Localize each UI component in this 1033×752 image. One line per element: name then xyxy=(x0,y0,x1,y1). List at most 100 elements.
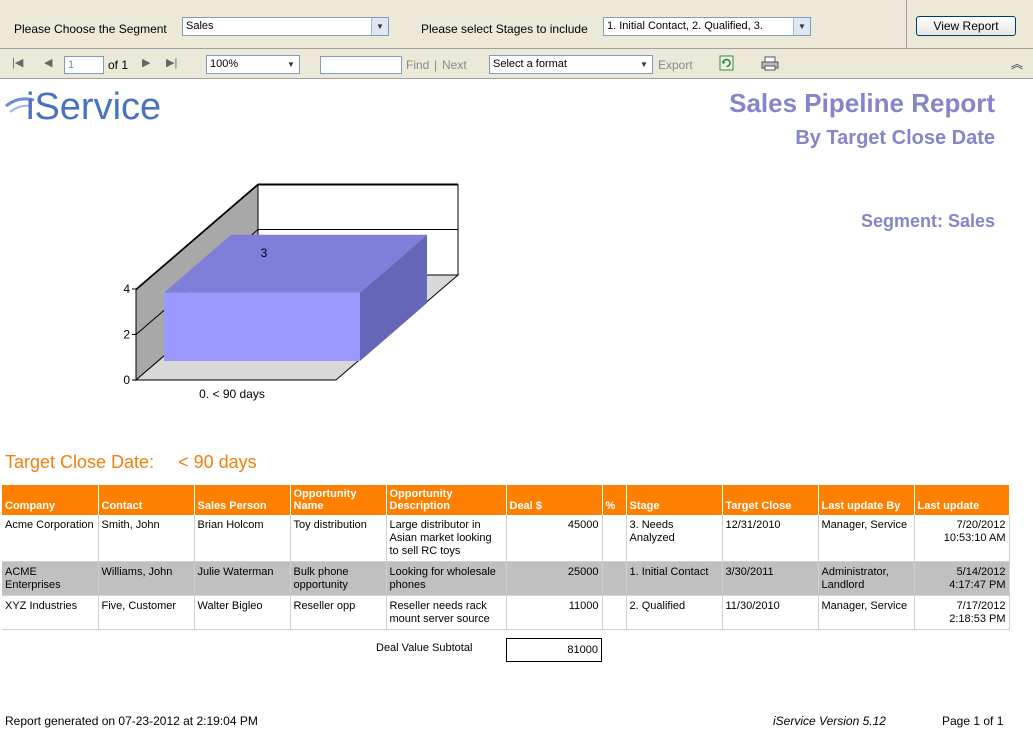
last-update-date: 5/14/2012 xyxy=(956,566,1006,578)
cell-last-update: 7/17/2012 2:18:53 PM xyxy=(914,595,1010,630)
cell-sales-person: Walter Bigleo xyxy=(194,595,291,630)
cell-last-update: 5/14/2012 4:17:47 PM xyxy=(914,561,1010,596)
find-link[interactable]: Find xyxy=(406,58,429,72)
zoom-select[interactable]: 100% ▼ xyxy=(206,55,300,74)
find-separator: | xyxy=(434,58,438,72)
subtotal-label: Deal Value Subtotal xyxy=(376,642,473,654)
stages-label: Please select Stages to include xyxy=(421,22,588,36)
pipeline-bar-chart: 3 0 2 4 0. < 90 days xyxy=(123,183,460,401)
cell-deal: 45000 xyxy=(506,515,603,562)
cell-contact: Smith, John xyxy=(98,515,195,562)
parameter-bar: Please Choose the Segment Sales ▼ Please… xyxy=(0,0,1033,49)
cell-opportunity-description: Reseller needs rack mount server source xyxy=(386,595,507,630)
column-header: Last update xyxy=(914,485,1010,515)
cell-opportunity-name: Bulk phone opportunity xyxy=(290,561,387,596)
group-header: Target Close Date: < 90 days xyxy=(5,452,257,473)
refresh-icon[interactable] xyxy=(719,55,734,71)
column-header: Sales Person xyxy=(194,485,291,515)
column-header: % xyxy=(602,485,627,515)
report-body: iService Sales Pipeline Report By Target… xyxy=(0,80,1033,752)
segment-heading: Segment: Sales xyxy=(860,211,995,231)
cell-opportunity-description: Looking for wholesale phones xyxy=(386,561,507,596)
chevron-down-icon[interactable]: ▼ xyxy=(283,56,299,73)
table-header-row: Company Contact Sales Person Opportunity… xyxy=(2,485,1010,515)
y-tick-label: 0 xyxy=(123,373,130,387)
cell-deal: 11000 xyxy=(506,595,603,630)
cell-stage: 3. Needs Analyzed xyxy=(626,515,723,562)
report-generated-timestamp: Report generated on 07-23-2012 at 2:19:0… xyxy=(5,714,258,728)
column-header: Opportunity Name xyxy=(290,485,387,515)
cell-opportunity-name: Toy distribution xyxy=(290,515,387,562)
export-format-value: Select a format xyxy=(493,58,567,70)
next-link[interactable]: Next xyxy=(442,58,467,72)
cell-target-close: 11/30/2010 xyxy=(722,595,819,630)
group-value: < 90 days xyxy=(178,452,257,472)
opportunity-table: Company Contact Sales Person Opportunity… xyxy=(2,485,1010,630)
cell-stage: 2. Qualified xyxy=(626,595,723,630)
cell-stage: 1. Initial Contact xyxy=(626,561,723,596)
cell-opportunity-name: Reseller opp xyxy=(290,595,387,630)
data-label: 3 xyxy=(261,246,268,260)
segment-select-value: Sales xyxy=(186,20,214,32)
stages-select[interactable]: 1. Initial Contact, 2. Qualified, 3. ▼ xyxy=(603,17,811,36)
cell-percent xyxy=(602,515,627,562)
segment-label: Please Choose the Segment xyxy=(14,22,167,36)
cell-percent xyxy=(602,561,627,596)
cell-last-update-by: Manager, Service xyxy=(818,595,915,630)
last-update-time: 4:17:47 PM xyxy=(949,579,1006,591)
cell-sales-person: Julie Waterman xyxy=(194,561,291,596)
cell-company: XYZ Industries xyxy=(2,595,99,630)
cell-company: Acme Corporation xyxy=(2,515,99,562)
group-label: Target Close Date: xyxy=(5,452,155,472)
first-page-icon[interactable]: |◀ xyxy=(12,56,23,69)
column-header: Company xyxy=(2,485,99,515)
y-tick-label: 2 xyxy=(123,328,130,342)
last-update-date: 7/20/2012 xyxy=(956,519,1006,531)
cell-contact: Williams, John xyxy=(98,561,195,596)
page-count: of 1 xyxy=(108,58,129,72)
find-input[interactable] xyxy=(320,56,402,74)
chevron-down-icon[interactable]: ▼ xyxy=(793,18,810,35)
segment-select[interactable]: Sales ▼ xyxy=(182,17,389,36)
report-subtitle: By Target Close Date xyxy=(795,127,995,149)
report-title: Sales Pipeline Report xyxy=(729,88,995,118)
page-number-input[interactable]: 1 xyxy=(64,56,104,74)
column-header: Contact xyxy=(98,485,195,515)
table-row: ACME Enterprises Williams, John Julie Wa… xyxy=(2,561,1010,596)
chart-y-axis: 0 2 4 xyxy=(123,282,136,387)
export-link[interactable]: Export xyxy=(658,58,693,72)
last-update-date: 7/17/2012 xyxy=(956,600,1006,612)
cell-target-close: 12/31/2010 xyxy=(722,515,819,562)
cell-target-close: 3/30/2011 xyxy=(722,561,819,596)
last-page-icon[interactable]: ▶| xyxy=(166,56,177,69)
column-header: Deal $ xyxy=(506,485,603,515)
table-row: Acme Corporation Smith, John Brian Holco… xyxy=(2,515,1010,562)
subtotal-value: 81000 xyxy=(506,638,602,662)
bar xyxy=(164,292,360,361)
last-update-time: 2:18:53 PM xyxy=(949,613,1006,625)
cell-deal: 25000 xyxy=(506,561,603,596)
next-page-icon[interactable]: ▶ xyxy=(142,56,150,69)
cell-last-update-by: Manager, Service xyxy=(818,515,915,562)
cell-contact: Five, Customer xyxy=(98,595,195,630)
previous-page-icon[interactable]: ◀ xyxy=(44,56,52,69)
view-report-button[interactable]: View Report xyxy=(916,16,1016,36)
divider xyxy=(906,0,907,49)
chevron-down-icon[interactable]: ▼ xyxy=(371,18,388,35)
version-text: iService Version 5.12 xyxy=(773,714,886,728)
column-header: Last update By xyxy=(818,485,915,515)
print-icon[interactable] xyxy=(761,56,779,71)
export-format-select[interactable]: Select a format ▼ xyxy=(489,55,653,74)
column-header: Target Close xyxy=(722,485,819,515)
cell-opportunity-description: Large distributor in Asian market lookin… xyxy=(386,515,507,562)
iservice-logo: iService xyxy=(4,86,174,130)
collapse-icon[interactable]: ︽ xyxy=(1011,55,1023,72)
cell-last-update: 7/20/2012 10:53:10 AM xyxy=(914,515,1010,562)
chevron-down-icon[interactable]: ▼ xyxy=(636,56,652,73)
cell-last-update-by: Administrator, Landlord xyxy=(818,561,915,596)
cell-company: ACME Enterprises xyxy=(2,561,99,596)
last-update-time: 10:53:10 AM xyxy=(943,532,1006,544)
page-indicator: Page 1 of 1 xyxy=(942,714,1004,728)
zoom-select-value: 100% xyxy=(210,58,239,70)
chart-x-axis: 0. < 90 days xyxy=(199,387,265,401)
